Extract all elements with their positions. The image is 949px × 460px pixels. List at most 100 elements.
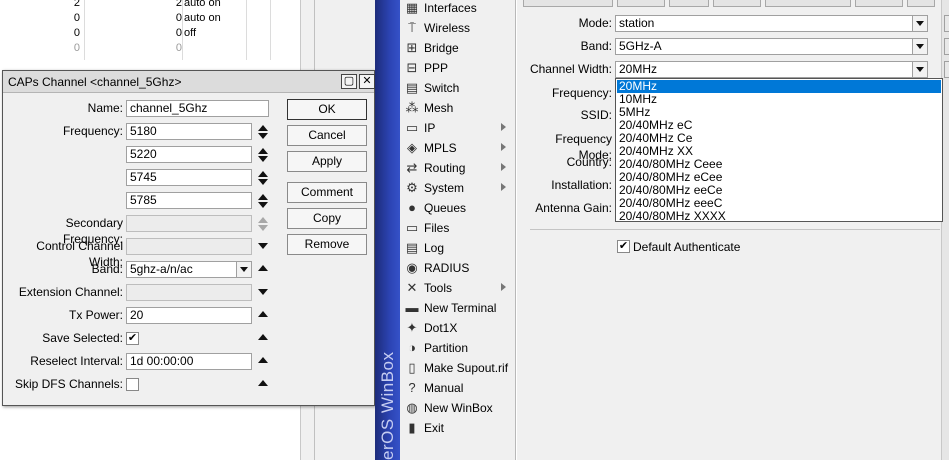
menu-item-queues[interactable]: ● Queues <box>400 198 516 218</box>
channel-width-side-button[interactable] <box>944 61 949 78</box>
column-divider <box>270 0 271 60</box>
extension-channel-expand-icon[interactable] <box>258 289 268 295</box>
copy-button[interactable]: Copy <box>287 208 367 229</box>
menu-item-system[interactable]: ⚙ System <box>400 178 516 198</box>
dialog-title-bar[interactable]: CAPs Channel <channel_5Ghz> ▢ ✕ <box>3 71 375 93</box>
menu-item-radius[interactable]: ◉ RADIUS <box>400 258 516 278</box>
skip-dfs-collapse-icon[interactable] <box>258 380 268 386</box>
menu-item-wireless[interactable]: ⍑ Wireless <box>400 18 516 38</box>
winbox-vertical-title: erOS WinBox <box>378 351 397 460</box>
menu-item-make-supout-rif[interactable]: ▯ Make Supout.rif <box>400 358 516 378</box>
name-input[interactable]: channel_5Ghz <box>126 100 269 117</box>
main-menu: ▦ Interfaces ⍑ Wireless ⊞ Bridge ⊟ PPP ▤ Switch ⁂ M… <box>400 0 516 460</box>
menu-item-exit[interactable]: ▮ Exit <box>400 418 516 438</box>
menu-item-label: Log <box>424 241 445 255</box>
section-divider <box>530 229 940 230</box>
channel-width-select[interactable]: 20MHz <box>615 61 928 78</box>
manual-icon: ? <box>408 380 416 395</box>
frequency-input-3[interactable]: 5745 <box>126 169 252 186</box>
cancel-button[interactable]: Cancel <box>287 125 367 146</box>
band-side-button[interactable] <box>944 38 949 55</box>
chevron-down-icon[interactable] <box>912 16 927 31</box>
mode-select[interactable]: station <box>615 15 928 32</box>
apply-button[interactable]: Apply <box>287 151 367 172</box>
remove-button[interactable]: Remove <box>287 234 367 255</box>
frequency-2-add-remove-arrows[interactable] <box>258 148 268 162</box>
comment-button[interactable]: Comment <box>287 182 367 203</box>
save-selected-collapse-icon[interactable] <box>258 334 268 340</box>
tab-3[interactable] <box>669 0 709 7</box>
control-channel-width-input <box>126 238 252 255</box>
dropdown-option[interactable]: 20/40/80MHz XXXX <box>617 210 941 223</box>
tab-2[interactable] <box>617 0 665 7</box>
menu-item-label: Bridge <box>424 41 459 55</box>
menu-item-manual[interactable]: ? Manual <box>400 378 516 398</box>
menu-item-ip[interactable]: ▭ IP <box>400 118 516 138</box>
routing-icon: ⇄ <box>406 160 418 175</box>
mode-side-button[interactable] <box>944 15 949 32</box>
dropdown-option[interactable]: 20MHz <box>617 80 941 93</box>
reselect-interval-input[interactable]: 1d 00:00:00 <box>126 353 252 370</box>
menu-item-label: Switch <box>424 81 460 95</box>
terminal-icon: ▬ <box>405 300 419 315</box>
files-icon: ▭ <box>405 220 419 235</box>
extension-channel-input <box>126 284 252 301</box>
tab-6[interactable] <box>855 0 903 7</box>
frequency-4-add-remove-arrows[interactable] <box>258 194 268 208</box>
frequency-3-add-remove-arrows[interactable] <box>258 171 268 185</box>
menu-item-files[interactable]: ▭ Files <box>400 218 516 238</box>
menu-item-switch[interactable]: ▤ Switch <box>400 78 516 98</box>
band-select[interactable]: 5ghz-a/n/ac <box>126 261 252 278</box>
table-cell: 0 <box>73 42 80 54</box>
tab-5[interactable] <box>765 0 851 7</box>
extension-channel-label: Extension Channel: <box>18 285 123 299</box>
table-row[interactable]: 0 0 off <box>0 26 300 41</box>
menu-item-label: Partition <box>424 341 469 355</box>
column-divider <box>182 0 183 60</box>
table-cell: auto on <box>184 0 221 9</box>
skip-dfs-channels-checkbox[interactable] <box>126 378 139 391</box>
table-row[interactable]: 2 2 auto on <box>0 0 300 11</box>
frequency-input-1[interactable]: 5180 <box>126 123 252 140</box>
menu-item-dot1x[interactable]: ✦ Dot1X <box>400 318 516 338</box>
tab-more[interactable] <box>907 0 935 7</box>
menu-item-tools[interactable]: ✕ Tools <box>400 278 516 298</box>
ok-button[interactable]: OK <box>287 99 367 120</box>
close-icon[interactable]: ✕ <box>359 74 375 89</box>
menu-item-interfaces[interactable]: ▦ Interfaces <box>400 0 516 18</box>
menu-item-mesh[interactable]: ⁂ Mesh <box>400 98 516 118</box>
tx-power-label: Tx Power: <box>68 308 123 322</box>
chevron-down-icon[interactable] <box>912 39 927 54</box>
tx-power-collapse-icon[interactable] <box>258 311 268 317</box>
menu-item-mpls[interactable]: ◈ MPLS <box>400 138 516 158</box>
menu-item-new-terminal[interactable]: ▬ New Terminal <box>400 298 516 318</box>
maximize-icon[interactable]: ▢ <box>341 74 357 89</box>
mode-select-value: station <box>619 16 655 30</box>
reselect-interval-label: Reselect Interval: <box>30 354 123 368</box>
menu-item-bridge[interactable]: ⊞ Bridge <box>400 38 516 58</box>
table-row[interactable]: 0 0 auto on <box>0 11 300 26</box>
control-channel-width-expand-icon[interactable] <box>258 243 268 249</box>
menu-item-ppp[interactable]: ⊟ PPP <box>400 58 516 78</box>
menu-item-new-winbox[interactable]: ◍ New WinBox <box>400 398 516 418</box>
dropdown-option[interactable]: 10MHz <box>617 93 941 106</box>
menu-item-partition[interactable]: ◑ Partition <box>400 338 516 358</box>
chevron-down-icon[interactable] <box>912 62 927 77</box>
table-row[interactable]: 00 <box>0 41 300 56</box>
chevron-down-icon[interactable] <box>236 262 251 277</box>
frequency-input-2[interactable]: 5220 <box>126 146 252 163</box>
menu-item-routing[interactable]: ⇄ Routing <box>400 158 516 178</box>
default-authenticate-checkbox[interactable]: ✔ <box>617 240 630 253</box>
menu-item-log[interactable]: ▤ Log <box>400 238 516 258</box>
band-select[interactable]: 5GHz-A <box>615 38 928 55</box>
reselect-interval-collapse-icon[interactable] <box>258 357 268 363</box>
save-selected-checkbox[interactable]: ✔ <box>126 332 139 345</box>
band-collapse-icon[interactable] <box>258 265 268 271</box>
menu-item-label: Dot1X <box>424 321 458 335</box>
exit-icon: ▮ <box>408 420 416 435</box>
frequency-1-add-remove-arrows[interactable] <box>258 125 268 139</box>
tab-general[interactable] <box>523 0 613 7</box>
tab-4[interactable] <box>713 0 761 7</box>
tx-power-input[interactable]: 20 <box>126 307 252 324</box>
frequency-input-4[interactable]: 5785 <box>126 192 252 209</box>
